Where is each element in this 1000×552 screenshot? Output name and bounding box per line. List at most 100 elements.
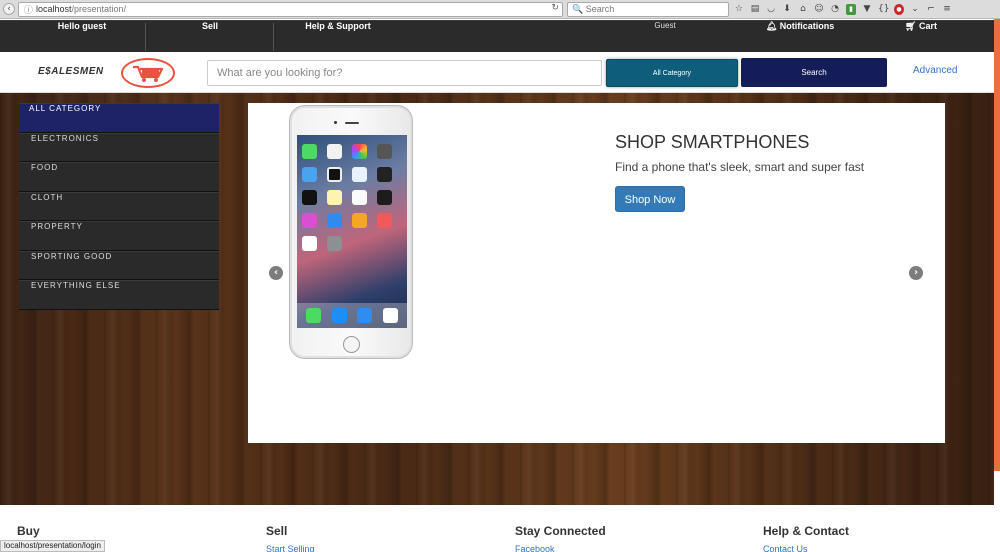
stocks-app-icon: [377, 190, 392, 205]
news-app-icon: [377, 213, 392, 228]
chevron-right-icon[interactable]: ›: [909, 266, 923, 280]
health-app-icon: [302, 236, 317, 251]
sidebar-item-cloth[interactable]: Cloth: [19, 191, 219, 221]
footer-heading: Stay Connected: [515, 524, 606, 538]
footer-link-facebook[interactable]: Facebook: [515, 544, 606, 552]
category-sidebar: All Category Electronics Food Cloth Prop…: [19, 103, 219, 310]
reload-icon[interactable]: ↻: [551, 3, 559, 13]
messages-app-icon: [302, 144, 317, 159]
camera-app-icon: [377, 144, 392, 159]
chat-icon[interactable]: ◔: [830, 4, 840, 15]
home-icon[interactable]: ⌂: [798, 4, 808, 15]
code-icon[interactable]: {}: [878, 4, 889, 15]
footer-link-contact-us[interactable]: Contact Us: [763, 544, 849, 552]
back-button[interactable]: ‹: [3, 3, 15, 15]
phone-status-bar: [297, 135, 407, 141]
smiley-icon[interactable]: ☺: [814, 4, 824, 15]
videos-app-icon: [377, 167, 392, 182]
safari-app-icon: [331, 308, 347, 323]
wallet-app-icon: [302, 190, 317, 205]
music-app-icon: [382, 308, 398, 323]
star-icon[interactable]: ☆: [734, 4, 744, 15]
itunes-app-icon: [302, 213, 317, 228]
cart-icon: 🛒︎: [905, 21, 917, 31]
ibooks-app-icon: [352, 213, 367, 228]
url-host: localhost: [36, 4, 72, 14]
reminders-app-icon: [352, 190, 367, 205]
phone-app-icon: [306, 308, 322, 323]
sidebar-item-electronics[interactable]: Electronics: [19, 132, 219, 162]
top-navigation: Hello guest Sell Help & Support Guest 🔔︎…: [0, 20, 994, 52]
sidebar-item-food[interactable]: Food: [19, 162, 219, 192]
browser-search-placeholder: Search: [585, 4, 615, 14]
clock-app-icon: [327, 167, 342, 182]
category-select-button[interactable]: All Category: [606, 59, 738, 87]
nav-notifications-label: Notifications: [779, 21, 835, 31]
calendar-app-icon: [327, 144, 342, 159]
browser-status-url: localhost/presentation/login: [0, 540, 105, 552]
footer-column-sell: Sell Start Selling: [266, 524, 315, 552]
sidebar-item-sporting-good[interactable]: Sporting Good: [19, 250, 219, 280]
download-icon[interactable]: ⬇: [782, 4, 792, 15]
photos-app-icon: [352, 144, 367, 159]
advanced-search-link[interactable]: Advanced: [913, 65, 957, 76]
settings-app-icon: [327, 236, 342, 251]
phone-dock: [297, 303, 407, 328]
nav-sell[interactable]: Sell: [146, 21, 274, 53]
footer-column-buy: Buy: [17, 524, 40, 538]
promo-subtitle: Find a phone that's sleek, smart and sup…: [615, 160, 865, 174]
cart-logo-icon[interactable]: [121, 58, 175, 88]
site-header: E$ALESMEN All Category Search Advanced: [0, 52, 994, 93]
browser-toolbar-icons: ☆ ▤ ◡ ⬇ ⌂ ☺ ◔ ▮ ▼ {} ● ⌄ ⌐ ≡: [734, 2, 952, 17]
extension-icon[interactable]: ▮: [846, 4, 856, 15]
nav-notifications[interactable]: 🔔︎ Notifications: [752, 21, 848, 53]
phone-home-button: [343, 336, 360, 353]
phone-speaker: [345, 122, 359, 124]
menu-icon[interactable]: ≡: [942, 4, 952, 15]
notes-app-icon: [327, 190, 342, 205]
nav-greeting[interactable]: Hello guest: [0, 21, 164, 53]
promo-title: SHOP SMARTPHONES: [615, 132, 810, 152]
bell-icon: 🔔︎: [765, 21, 778, 31]
footer-heading: Help & Contact: [763, 524, 850, 538]
dropdown-icon[interactable]: ⌄: [910, 4, 920, 15]
reader-icon[interactable]: ▤: [750, 4, 760, 15]
footer-column-help-contact: Help & Contact Contact Us: [763, 524, 849, 552]
footer-heading: Buy: [17, 524, 40, 538]
weather-app-icon: [302, 167, 317, 182]
info-icon[interactable]: ⓘ: [24, 3, 33, 16]
bookmark-icon[interactable]: ⌐: [926, 4, 936, 15]
phone-camera: [334, 121, 337, 124]
nav-cart-label: Cart: [918, 21, 937, 31]
sidebar-item-everything-else[interactable]: Everything Else: [19, 280, 219, 310]
browser-search-input[interactable]: 🔍 Search: [567, 2, 729, 17]
nav-help-support[interactable]: Help & Support: [274, 21, 402, 53]
mail-app-icon: [357, 308, 373, 323]
address-bar[interactable]: ⓘ localhost/presentation/ ↻: [18, 2, 563, 17]
side-accent-strip: [994, 19, 1000, 471]
nav-cart[interactable]: 🛒︎ Cart: [896, 21, 946, 53]
sidebar-item-property[interactable]: Property: [19, 221, 219, 251]
footer-link-start-selling[interactable]: Start Selling: [266, 544, 315, 552]
app-store-icon: [327, 213, 342, 228]
product-search-input[interactable]: [207, 60, 602, 86]
phone-app-grid: [302, 144, 402, 251]
browser-toolbar: ‹ ⓘ localhost/presentation/ ↻ 🔍 Search ☆…: [0, 0, 1000, 19]
search-button[interactable]: Search: [741, 58, 887, 87]
smartphone-image: [289, 105, 413, 359]
footer-heading: Sell: [266, 524, 288, 538]
nav-guest[interactable]: Guest: [630, 21, 700, 53]
url-path: /presentation/: [71, 4, 127, 14]
shop-now-button[interactable]: Shop Now: [615, 186, 685, 212]
phone-screen: [297, 135, 407, 328]
footer-column-stay-connected: Stay Connected Facebook: [515, 524, 606, 552]
promo-carousel: SHOP SMARTPHONES Find a phone that's sle…: [248, 103, 945, 443]
maps-app-icon: [352, 167, 367, 182]
pocket-icon[interactable]: ◡: [766, 4, 776, 15]
site-logo[interactable]: E$ALESMEN: [38, 66, 104, 77]
sidebar-item-all-category[interactable]: All Category: [19, 103, 219, 133]
arrow-down-icon[interactable]: ▼: [862, 4, 872, 15]
site-footer: Buy Sell Start Selling Stay Connected Fa…: [0, 505, 994, 552]
adblock-icon[interactable]: ●: [894, 4, 904, 15]
chevron-left-icon[interactable]: ‹: [269, 266, 283, 280]
